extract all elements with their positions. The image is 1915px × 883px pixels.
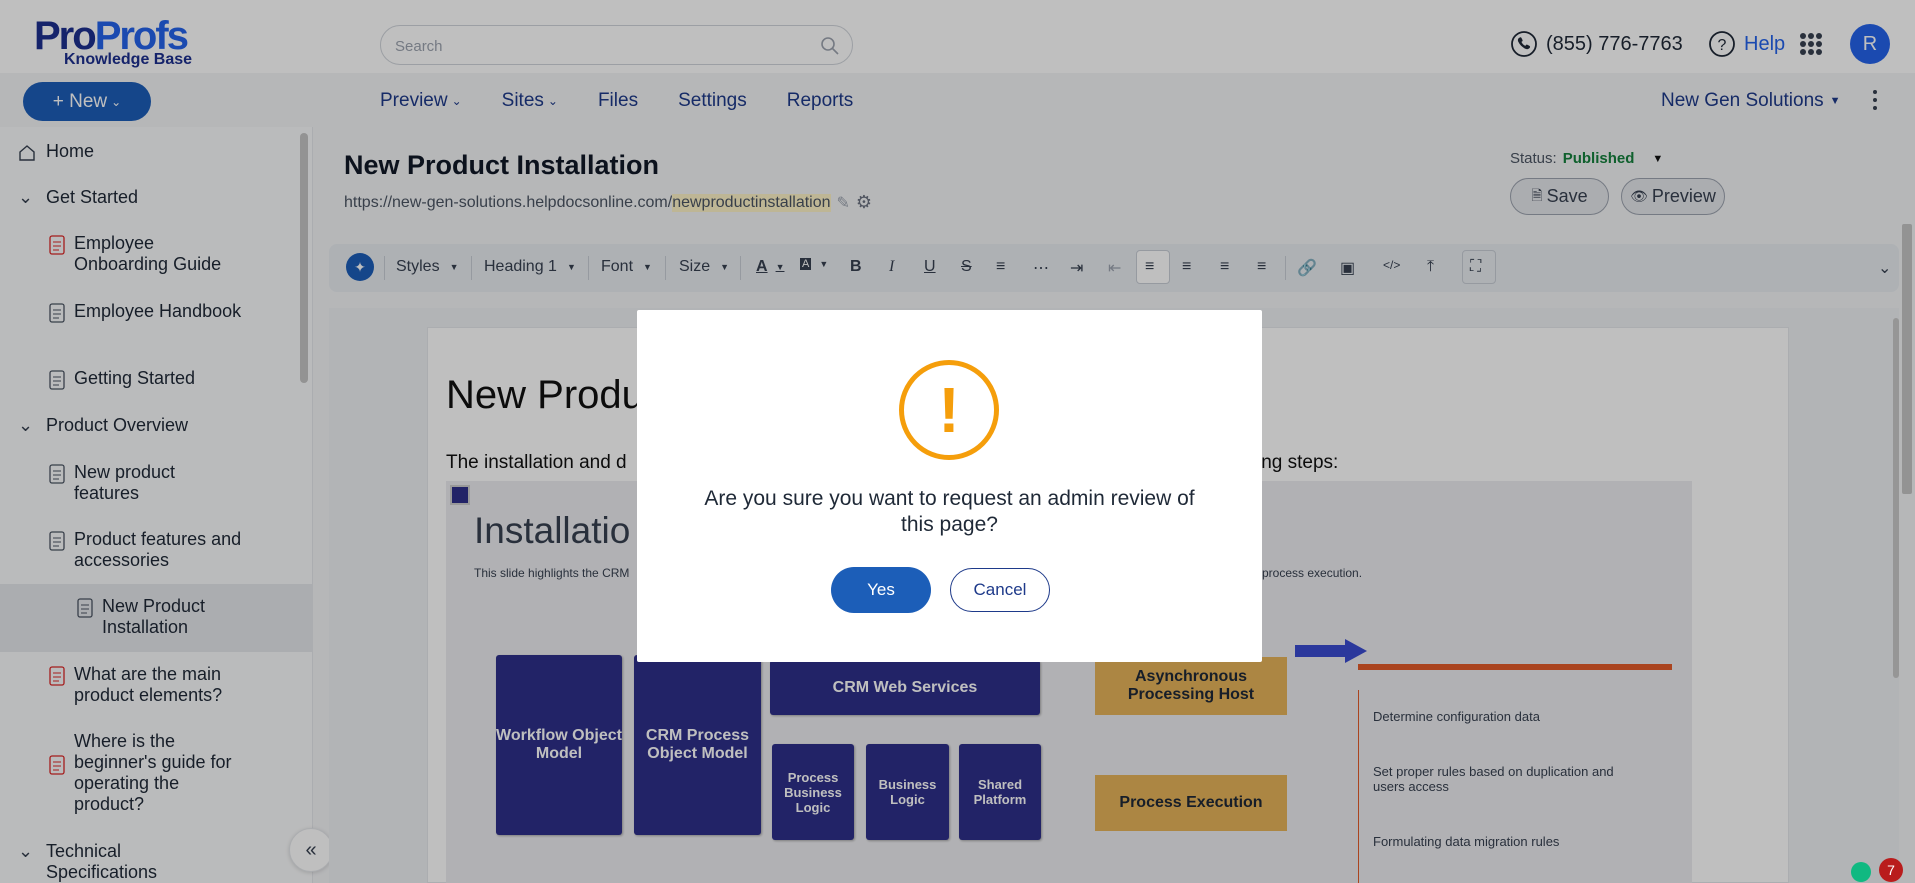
notification-badge: 7	[1879, 858, 1903, 882]
cancel-button[interactable]: Cancel	[950, 568, 1050, 612]
warning-icon: !	[899, 360, 999, 460]
dialog-message: Are you sure you want to request an admi…	[704, 487, 1195, 536]
yes-button[interactable]: Yes	[831, 567, 931, 613]
widget-icon	[1851, 862, 1871, 882]
confirm-dialog: ! Are you sure you want to request an ad…	[637, 310, 1262, 662]
help-widget[interactable]: 7	[1843, 856, 1915, 883]
